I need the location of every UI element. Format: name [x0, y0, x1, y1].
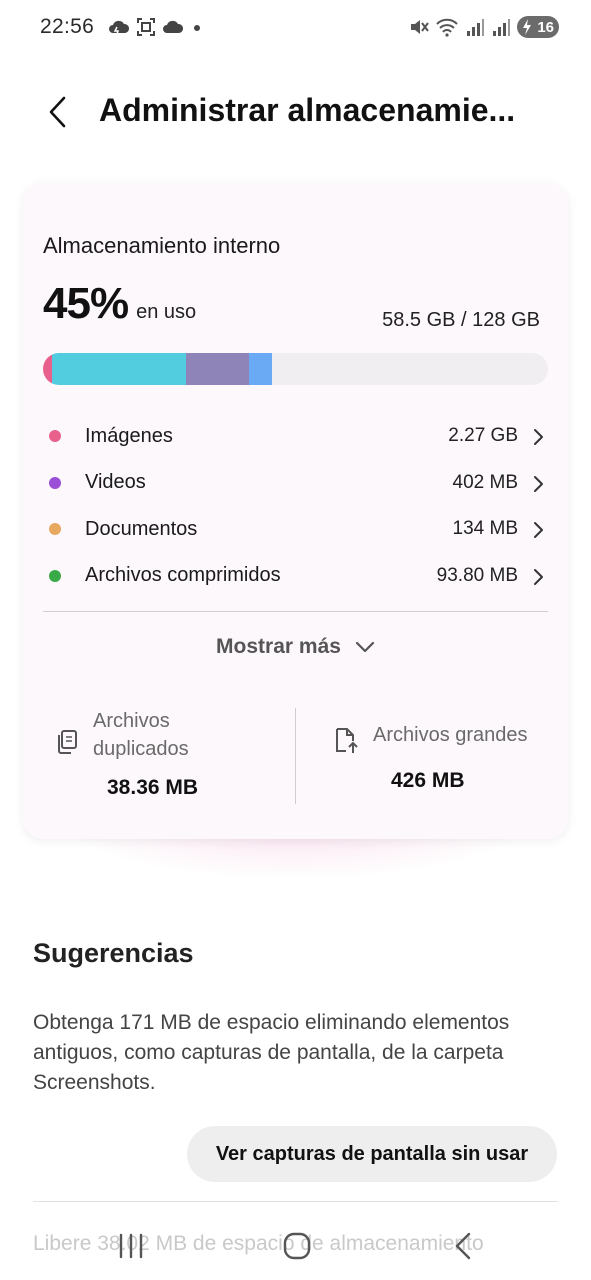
- dot-icon: [194, 25, 200, 31]
- view-unused-screenshots-button[interactable]: Ver capturas de pantalla sin usar: [187, 1126, 557, 1182]
- signal-icon: [493, 19, 510, 36]
- suggestions-title: Sugerencias: [33, 938, 194, 968]
- back-button[interactable]: [36, 90, 80, 134]
- duplicate-files-icon: [58, 730, 77, 754]
- category-size: 93.80 MB: [436, 564, 518, 586]
- storage-bar-segment: [185, 353, 250, 385]
- storage-bar: [43, 353, 548, 385]
- duplicate-files-label-2: duplicados: [93, 738, 189, 760]
- large-files-value: 426 MB: [391, 769, 465, 792]
- category-size: 2.27 GB: [448, 425, 518, 447]
- category-label: Videos: [85, 471, 146, 494]
- status-left-icons: [108, 17, 204, 37]
- chevron-down-icon: [355, 641, 375, 653]
- storage-bar-segment: [249, 353, 272, 385]
- usage-total: 58.5 GB / 128 GB: [382, 309, 540, 331]
- usage-percent: 45%: [43, 279, 129, 328]
- large-files-icon: [336, 728, 358, 753]
- chevron-right-icon: [534, 522, 543, 538]
- status-time: 22:56: [40, 15, 95, 38]
- category-row[interactable]: Videos 402 MB: [43, 460, 548, 507]
- suggestion-divider: [33, 1201, 558, 1202]
- duplicate-files-tile[interactable]: Archivos duplicados 38.36 MB: [53, 703, 293, 813]
- back-icon: [455, 1232, 471, 1260]
- divider: [43, 611, 548, 612]
- category-dot: [49, 569, 61, 582]
- nav-back-button[interactable]: [438, 1226, 488, 1266]
- category-size: 134 MB: [452, 518, 518, 540]
- category-label: Archivos comprimidos: [85, 564, 281, 587]
- storage-card: Almacenamiento interno 45% en uso 58.5 G…: [23, 183, 568, 839]
- signal-icon: [467, 19, 484, 36]
- storage-title: Almacenamiento interno: [43, 233, 281, 258]
- status-right-icons: 16: [409, 16, 559, 38]
- page-title: Administrar almacenamie...: [99, 92, 516, 128]
- chevron-right-icon: [534, 429, 543, 445]
- recents-icon: [119, 1233, 143, 1259]
- category-label: Imágenes: [85, 424, 173, 447]
- category-size: 402 MB: [452, 471, 518, 493]
- home-button[interactable]: [272, 1226, 322, 1266]
- duplicate-files-value: 38.36 MB: [107, 776, 199, 799]
- category-dot: [49, 523, 61, 536]
- cloud-icon: [109, 20, 130, 35]
- usage-row: 45% en uso: [43, 279, 196, 329]
- large-files-tile[interactable]: Archivos grandes 426 MB: [333, 703, 563, 813]
- storage-bar-segment: [52, 353, 186, 385]
- duplicate-files-label: Archivos: [93, 710, 170, 732]
- wifi-icon: [436, 18, 458, 37]
- recents-button[interactable]: [106, 1226, 156, 1266]
- category-label: Documentos: [85, 517, 198, 540]
- cloud-icon: [163, 20, 184, 33]
- tile-separator: [295, 708, 296, 804]
- show-more-label: Mostrar más: [216, 635, 341, 658]
- category-row[interactable]: Archivos comprimidos 93.80 MB: [43, 553, 548, 600]
- home-icon: [283, 1232, 311, 1260]
- storage-bar-segment: [43, 353, 53, 385]
- chevron-right-icon: [534, 475, 543, 492]
- battery-icon: 16: [517, 16, 559, 38]
- category-row[interactable]: Imágenes 2.27 GB: [43, 413, 548, 460]
- category-dot: [49, 476, 61, 489]
- navigation-bar: [0, 1210, 591, 1280]
- show-more-button[interactable]: Mostrar más: [23, 627, 568, 667]
- chevron-right-icon: [534, 568, 543, 585]
- scan-icon: [137, 18, 155, 36]
- suggestion-text: Obtenga 171 MB de espacio eliminando ele…: [33, 1011, 510, 1094]
- usage-label: en uso: [136, 301, 197, 323]
- category-list: Imágenes 2.27 GB Videos 402 MB Documentos 134…: [43, 413, 548, 599]
- large-files-label: Archivos grandes: [373, 724, 528, 746]
- chevron-left-icon: [49, 96, 66, 128]
- category-dot: [49, 430, 61, 443]
- status-bar: 22:56 16: [0, 0, 591, 56]
- battery-level: 16: [537, 18, 554, 36]
- mute-icon: [411, 20, 429, 34]
- screen: 22:56 16 Administrar almacenamie... Alma…: [0, 0, 591, 1280]
- category-row[interactable]: Documentos 134 MB: [43, 506, 548, 553]
